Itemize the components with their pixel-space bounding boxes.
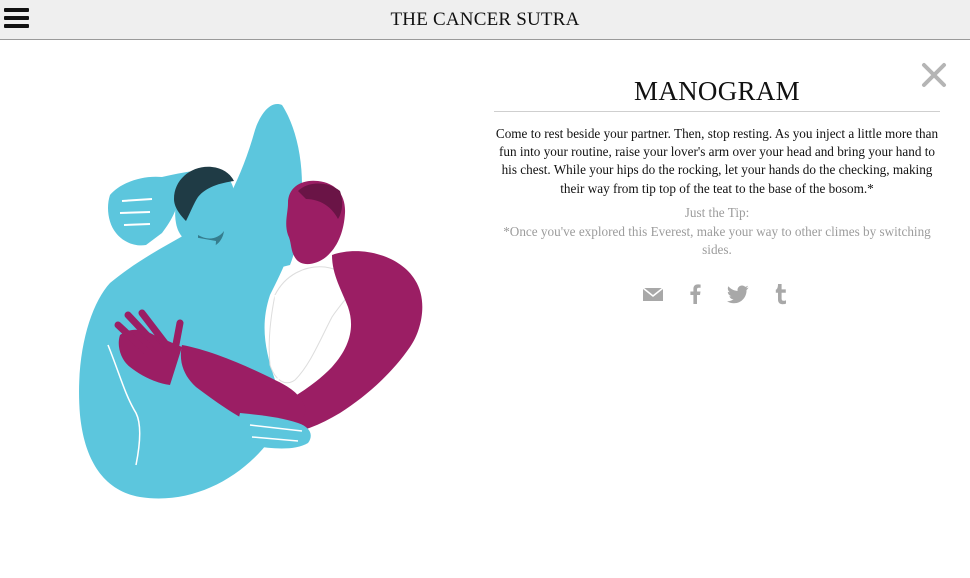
position-title: MANOGRAM bbox=[634, 76, 800, 106]
site-title[interactable]: THE CANCER SUTRA bbox=[0, 9, 970, 31]
email-share-icon[interactable] bbox=[642, 282, 664, 306]
position-description: Come to rest beside your partner. Then, … bbox=[495, 126, 939, 196]
tip-text: *Once you've explored this Everest, make… bbox=[503, 224, 931, 257]
tip-heading: Just the Tip: bbox=[684, 205, 750, 220]
facebook-share-icon[interactable] bbox=[688, 282, 702, 306]
top-bar: THE CANCER SUTRA bbox=[0, 0, 970, 40]
title-divider bbox=[494, 111, 940, 112]
position-illustration bbox=[70, 95, 440, 505]
twitter-share-icon[interactable] bbox=[727, 282, 749, 306]
tumblr-share-icon[interactable] bbox=[774, 282, 788, 306]
